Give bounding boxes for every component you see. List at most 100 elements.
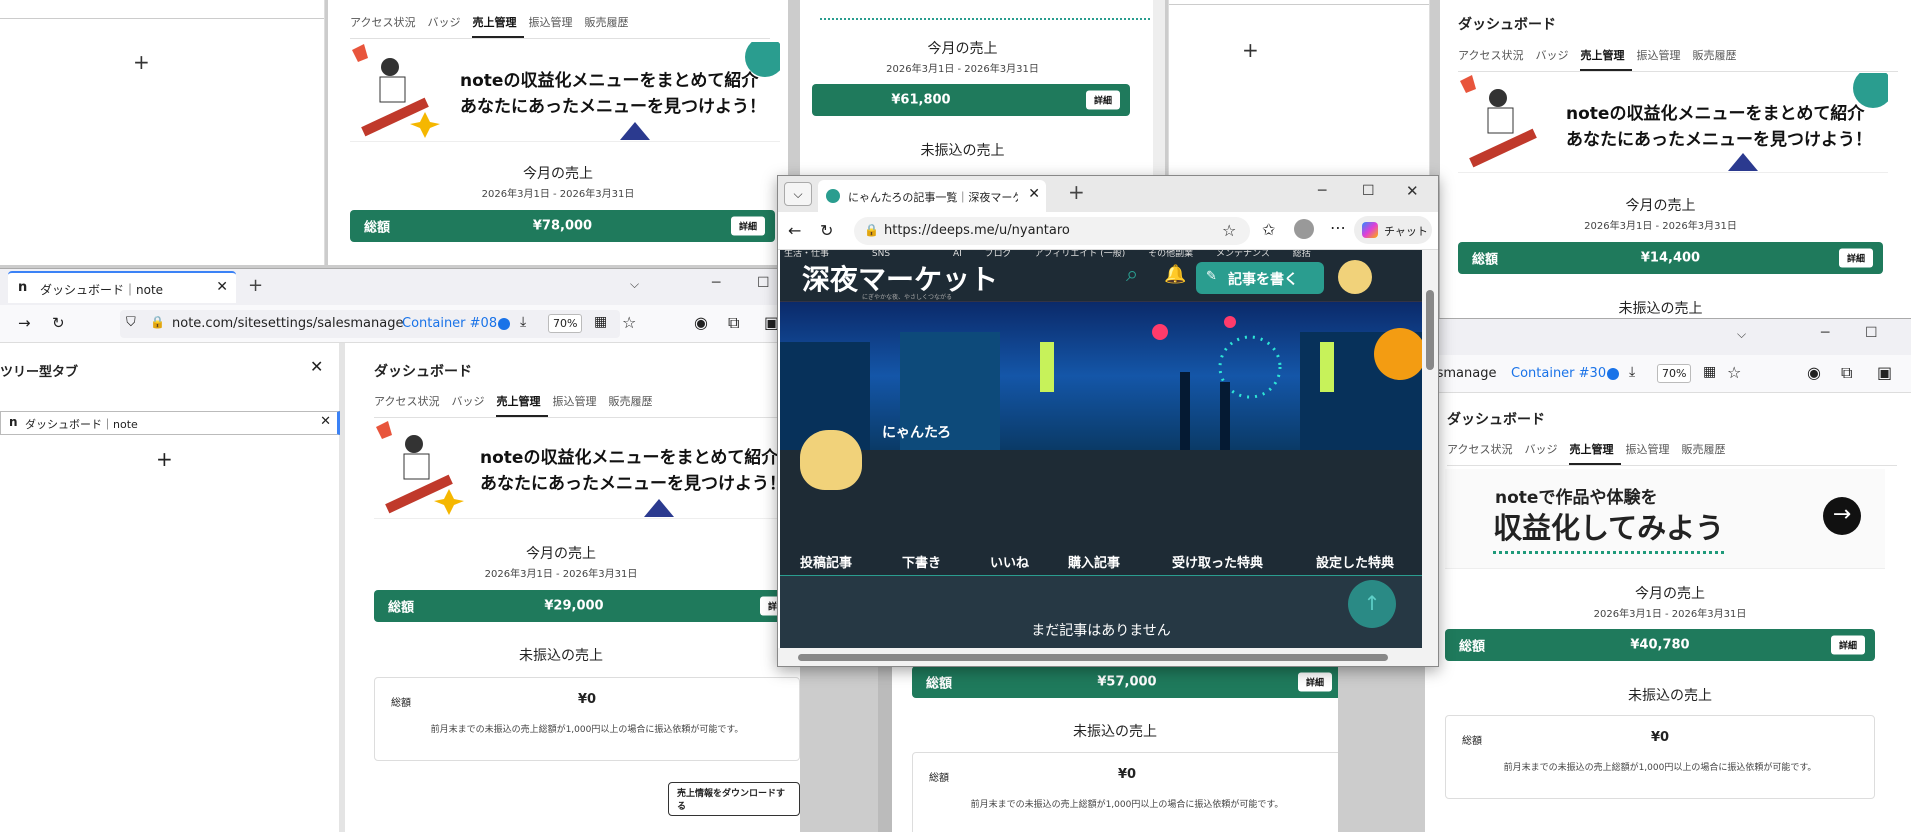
nav-item-summary[interactable]: 総括 xyxy=(1293,250,1311,259)
search-icon[interactable]: ⌕ xyxy=(1126,262,1138,287)
tab-badge[interactable]: バッジ xyxy=(427,14,468,38)
maximize-icon[interactable]: ☐ xyxy=(757,275,770,291)
arrow-right-icon[interactable]: → xyxy=(1823,497,1861,535)
detail-button[interactable]: 詳細 xyxy=(1830,635,1865,655)
monetize-banner[interactable]: noteの収益化メニューをまとめて紹介 あなたにあったメニューを見つけよう！ xyxy=(350,42,780,142)
monetize-banner[interactable]: noteの収益化メニューをまとめて紹介 あなたにあったメニューを見つけよう！ xyxy=(374,419,800,519)
tab-sales[interactable]: 売上管理 xyxy=(1569,441,1622,465)
tab-purchased[interactable]: 購入記事 xyxy=(1068,552,1120,571)
download-button[interactable]: 売上情報をダウンロードする xyxy=(668,782,800,816)
more-icon[interactable]: ⋯ xyxy=(1330,218,1346,237)
browser-tab[interactable]: にゃんたろの記事一覧｜深夜マーケット ✕ xyxy=(818,180,1046,212)
extensions-icon[interactable]: ⧉ xyxy=(1841,363,1852,383)
maximize-icon[interactable]: ☐ xyxy=(1865,325,1878,341)
close-window-icon[interactable]: ✕ xyxy=(1406,182,1419,200)
qr-icon[interactable]: ▦ xyxy=(1703,364,1716,380)
monetize-banner-2[interactable]: noteで作品や体験を 収益化してみよう → xyxy=(1445,469,1885,569)
tab-access[interactable]: アクセス状況 xyxy=(350,14,423,38)
minimize-icon[interactable]: ─ xyxy=(1821,325,1829,341)
user-avatar-cat-icon[interactable] xyxy=(1338,260,1372,294)
bookmark-star-icon[interactable]: ☆ xyxy=(622,313,636,332)
tab-history[interactable]: 販売履歴 xyxy=(1692,47,1744,71)
tab-list-chevron-icon[interactable]: ⌵ xyxy=(630,277,639,292)
close-tab-icon[interactable]: ✕ xyxy=(216,279,228,295)
tab-transfer[interactable]: 振込管理 xyxy=(1625,441,1677,465)
forward-icon[interactable]: → xyxy=(18,314,31,332)
tab-transfer[interactable]: 振込管理 xyxy=(528,14,580,38)
browser-tab[interactable]: n ダッシュボード｜note ✕ xyxy=(8,271,236,303)
scrollbar-thumb[interactable] xyxy=(1426,290,1434,370)
write-article-button[interactable]: ✎ 記事を書く xyxy=(1196,262,1324,294)
container-label[interactable]: Container #30 xyxy=(1511,366,1606,381)
new-tab-icon[interactable]: + xyxy=(1068,180,1085,204)
tab-list-chevron-icon[interactable]: ⌵ xyxy=(1737,327,1746,342)
minimize-icon[interactable]: ─ xyxy=(712,275,720,291)
minimize-icon[interactable]: ─ xyxy=(1318,183,1326,199)
vertical-scrollbar[interactable] xyxy=(1422,250,1438,648)
reload-icon[interactable]: ↻ xyxy=(820,221,833,240)
nav-item-maintenance[interactable]: メンテナンス xyxy=(1216,250,1270,259)
tab-likes[interactable]: いいね xyxy=(990,552,1029,571)
tab-received-bonus[interactable]: 受け取った特典 xyxy=(1172,552,1263,571)
maximize-icon[interactable]: ☐ xyxy=(1362,183,1375,199)
tab-badge[interactable]: バッジ xyxy=(451,393,492,417)
detail-button[interactable]: 詳細 xyxy=(730,216,765,236)
dashboard-tabs: アクセス状況 バッジ 売上管理 振込管理 販売履歴 xyxy=(350,14,770,39)
new-tab-icon[interactable]: + xyxy=(156,447,173,471)
scrollbar[interactable] xyxy=(1153,0,1165,175)
new-tab-plus-icon[interactable]: + xyxy=(1242,38,1259,62)
extensions-icon[interactable]: ⧉ xyxy=(728,313,739,333)
favorite-star-icon[interactable]: ☆ xyxy=(1222,221,1236,240)
reload-icon[interactable]: ↻ xyxy=(52,314,65,332)
zoom-level[interactable]: 70% xyxy=(1657,364,1692,383)
sidebar-tab-item[interactable]: n ダッシュボード｜note ✕ xyxy=(0,411,340,435)
save-page-icon[interactable]: ⤓ xyxy=(520,314,526,330)
qr-icon[interactable]: ▦ xyxy=(594,314,607,330)
horizontal-scrollbar[interactable] xyxy=(778,648,1438,666)
back-icon[interactable]: ← xyxy=(788,221,801,240)
tab-badge[interactable]: バッジ xyxy=(1535,47,1576,71)
detail-button[interactable]: 詳細 xyxy=(1297,672,1332,692)
nav-item-affiliate[interactable]: アフィリエイト (一般) xyxy=(1035,250,1126,259)
hscroll-thumb[interactable] xyxy=(798,654,1388,661)
tab-access[interactable]: アクセス状況 xyxy=(1447,441,1520,465)
new-tab-plus-icon[interactable]: + xyxy=(133,50,150,74)
tab-set-bonus[interactable]: 設定した特典 xyxy=(1316,552,1394,571)
url-bar[interactable]: 🔒 https://deeps.me/u/nyantaro ☆ xyxy=(854,217,1250,245)
tab-history[interactable]: 販売履歴 xyxy=(1681,441,1733,465)
zoom-level[interactable]: 70% xyxy=(548,314,583,333)
close-sidebar-icon[interactable]: ✕ xyxy=(310,357,323,376)
new-tab-icon[interactable]: + xyxy=(248,275,263,296)
shield-icon[interactable]: ⛉ xyxy=(126,315,136,330)
nav-item-other[interactable]: その他副業 xyxy=(1148,250,1193,259)
copilot-chat-button[interactable]: チャット xyxy=(1354,216,1432,244)
tab-actions-chevron-icon[interactable]: ⌵ xyxy=(784,182,812,206)
monetize-banner[interactable]: noteの収益化メニューをまとめて紹介 あなたにあったメニューを見つけよう！ xyxy=(1458,73,1888,173)
tab-history[interactable]: 販売履歴 xyxy=(608,393,660,417)
notification-bell-icon[interactable]: 🔔 xyxy=(1164,264,1186,285)
container-label[interactable]: Container #08 xyxy=(402,316,497,331)
detail-button[interactable]: 詳細 xyxy=(1085,90,1120,110)
tab-badge[interactable]: バッジ xyxy=(1524,441,1565,465)
tab-sales[interactable]: 売上管理 xyxy=(472,14,525,38)
detail-button[interactable]: 詳細 xyxy=(1838,248,1873,268)
tab-transfer[interactable]: 振込管理 xyxy=(552,393,604,417)
save-page-icon[interactable]: ⤓ xyxy=(1629,364,1635,380)
close-tab-icon[interactable]: ✕ xyxy=(320,414,331,429)
grid-icon[interactable]: ▣ xyxy=(1877,363,1892,382)
tab-access[interactable]: アクセス状況 xyxy=(1458,47,1531,71)
bookmark-star-icon[interactable]: ☆ xyxy=(1727,363,1741,382)
tab-drafts[interactable]: 下書き xyxy=(902,552,941,571)
scroll-top-button[interactable]: ↑ xyxy=(1348,580,1396,628)
url-bar[interactable]: ⛉ 🔒 note.com/sitesettings/salesmanage Co… xyxy=(120,310,620,338)
account-icon[interactable]: ◉ xyxy=(694,313,708,332)
tab-transfer[interactable]: 振込管理 xyxy=(1636,47,1688,71)
tab-history[interactable]: 販売履歴 xyxy=(584,14,636,38)
close-tab-icon[interactable]: ✕ xyxy=(1028,186,1040,202)
favorites-icon[interactable]: ✩ xyxy=(1262,220,1275,239)
profile-icon[interactable] xyxy=(1294,219,1314,239)
tab-access[interactable]: アクセス状況 xyxy=(374,393,447,417)
tab-sales[interactable]: 売上管理 xyxy=(496,393,549,417)
account-icon[interactable]: ◉ xyxy=(1807,363,1821,382)
tab-sales[interactable]: 売上管理 xyxy=(1580,47,1633,71)
